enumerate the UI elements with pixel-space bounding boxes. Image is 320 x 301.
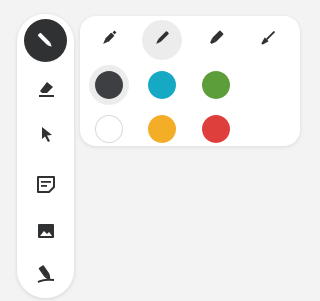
ballpoint-pen-option[interactable] bbox=[142, 20, 182, 60]
cursor-arrow-icon bbox=[34, 122, 58, 146]
image-icon bbox=[34, 219, 58, 243]
eraser-icon bbox=[34, 76, 58, 100]
color-swatch-white[interactable] bbox=[95, 115, 123, 143]
color-swatch-dark-gray[interactable] bbox=[95, 71, 123, 99]
marker-pen-icon bbox=[205, 27, 227, 54]
color-swatch-cyan[interactable] bbox=[148, 71, 176, 99]
image-tool-button[interactable] bbox=[23, 211, 68, 251]
color-swatch-green[interactable] bbox=[202, 71, 230, 99]
color-swatch-yellow[interactable] bbox=[148, 115, 176, 143]
eraser-tool-button[interactable] bbox=[23, 68, 68, 108]
sticky-note-tool-button[interactable] bbox=[23, 164, 68, 204]
highlighter-icon bbox=[34, 262, 58, 286]
color-swatch-red[interactable] bbox=[202, 115, 230, 143]
drawing-toolbar bbox=[17, 14, 74, 298]
select-tool-button[interactable] bbox=[23, 114, 68, 154]
pen-options-panel bbox=[80, 16, 300, 146]
brush-pen-option[interactable] bbox=[248, 20, 288, 60]
fine-tip-pen-option[interactable] bbox=[89, 20, 129, 60]
ballpoint-pen-icon bbox=[151, 27, 173, 54]
brush-pen-icon bbox=[257, 27, 279, 54]
highlighter-tool-button[interactable] bbox=[23, 254, 68, 294]
marker-pen-option[interactable] bbox=[196, 20, 236, 60]
note-icon bbox=[34, 172, 58, 196]
fine-pen-icon bbox=[98, 27, 120, 54]
pen-tool-button[interactable] bbox=[24, 19, 67, 62]
pen-icon bbox=[34, 29, 58, 53]
